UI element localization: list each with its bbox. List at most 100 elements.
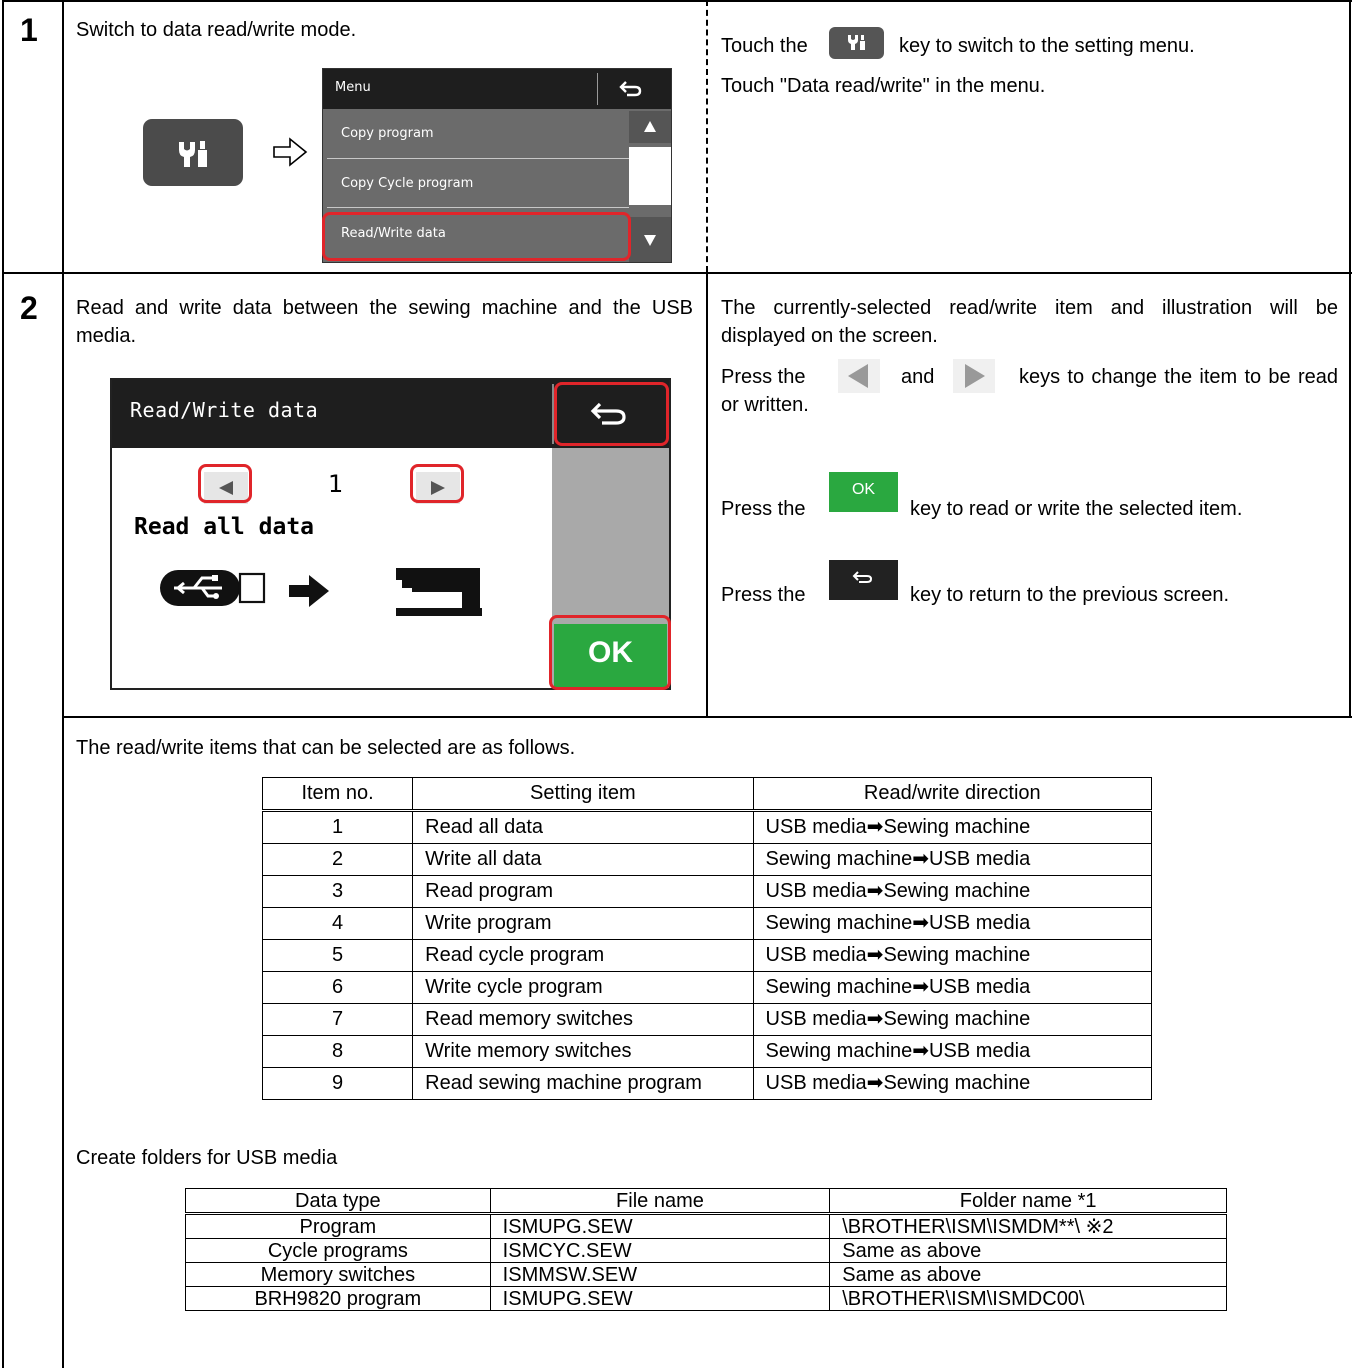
table-cell: Write memory switches	[412, 1035, 754, 1068]
table-cell: USB media➡Sewing machine	[752, 1003, 1153, 1036]
table-row: 3 Read program USB media➡Sewing machine	[261, 875, 1153, 908]
scroll-up-button[interactable]	[629, 111, 671, 143]
triangle-up-icon	[644, 121, 656, 132]
table-cell: Sewing machine➡USB media	[752, 843, 1153, 876]
table-cell: Read cycle program	[412, 939, 754, 972]
tools-icon	[179, 141, 207, 167]
table-cell: Sewing machine➡USB media	[752, 971, 1153, 1004]
table-cell: Read memory switches	[412, 1003, 754, 1036]
table-cell: Write program	[412, 907, 754, 940]
step-2-desc-line1: The currently-selected read/write item a…	[721, 297, 1338, 347]
table-cell: 6	[261, 971, 414, 1004]
highlight-ok-button	[549, 615, 671, 690]
back-icon	[852, 571, 873, 583]
table-cell: ISMUPG.SEW	[489, 1213, 831, 1239]
folders-table: Data type File name Folder name *1 Progr…	[185, 1188, 1227, 1311]
step-1-desc-suffix: key to switch to the setting menu.	[899, 35, 1195, 57]
highlight-next-button	[410, 464, 464, 503]
ok-key-inline-label: OK	[851, 481, 876, 498]
step-2-instruction: Read and write data between the sewing m…	[76, 297, 693, 347]
table-header-row: Item no. Setting item Read/write directi…	[261, 777, 1153, 811]
arrow-right-icon	[272, 137, 308, 172]
table-row: 6 Write cycle program Sewing machine➡USB m…	[261, 971, 1153, 1004]
menu-item-label: Copy Cycle program	[341, 176, 474, 191]
table-cell: 5	[261, 939, 414, 972]
column-header: Folder name *1	[829, 1188, 1227, 1214]
highlight-read-write-data	[322, 212, 631, 261]
table-cell: Write cycle program	[412, 971, 754, 1004]
table-cell: \BROTHER\ISM\ISMDC00\	[829, 1286, 1227, 1311]
table-cell: ISMCYC.SEW	[489, 1238, 831, 1263]
table-cell: 7	[261, 1003, 414, 1036]
arrow-right-icon	[289, 575, 329, 607]
menu-item-copy-program[interactable]: Copy program	[327, 111, 629, 155]
items-table: Item no. Setting item Read/write directi…	[261, 777, 1153, 1100]
folders-intro: Create folders for USB media	[76, 1147, 338, 1169]
triangle-down-icon	[644, 235, 656, 246]
scroll-down-button[interactable]	[629, 217, 671, 262]
table-cell: USB media➡Sewing machine	[752, 810, 1153, 844]
table-cell: Read all data	[412, 810, 754, 844]
settings-key-button[interactable]	[143, 119, 243, 186]
screen-title: Read/Write data	[130, 398, 319, 422]
back-key-inline	[829, 560, 898, 600]
table-cell: USB media➡Sewing machine	[752, 939, 1153, 972]
menu-header: Menu	[323, 69, 671, 109]
step-2-press-back-prefix: Press the	[721, 584, 806, 606]
table-row: 4 Write program Sewing machine➡USB media	[261, 907, 1153, 940]
table-cell: USB media➡Sewing machine	[752, 875, 1153, 908]
step-2-number: 2	[20, 290, 38, 326]
back-icon[interactable]	[619, 79, 643, 99]
table-cell: Cycle programs	[185, 1238, 491, 1263]
step-1-desc-line2: Touch "Data read/write" in the menu.	[721, 75, 1046, 97]
arrows-desc: keys to change the item to be read or wr…	[721, 366, 1338, 416]
step1-dashed-divider	[706, 0, 708, 272]
table-cell: ISMUPG.SEW	[489, 1286, 831, 1311]
table-row: 8 Write memory switches Sewing machine➡USB…	[261, 1035, 1153, 1068]
column-header: Item no.	[261, 777, 414, 811]
table-cell: \BROTHER\ISM\ISMDM**\ ※2	[829, 1213, 1227, 1239]
table-cell: USB media➡Sewing machine	[752, 1067, 1153, 1100]
scrollbar-track[interactable]	[629, 147, 671, 205]
table-cell: Memory switches	[185, 1262, 491, 1287]
column-header: Setting item	[412, 777, 754, 811]
table-cell: Read sewing machine program	[412, 1067, 754, 1100]
menu-header-separator	[597, 73, 598, 105]
ok-desc: key to read or write the selected item.	[910, 498, 1243, 520]
back-desc: key to return to the previous screen.	[910, 584, 1230, 606]
table-cell: Write all data	[412, 843, 754, 876]
sewing-machine-icon	[396, 568, 482, 616]
table-row: Cycle programs ISMCYC.SEW Same as above	[185, 1238, 1227, 1263]
frame-top-border	[2, 0, 1352, 2]
table-cell: Same as above	[829, 1262, 1227, 1287]
table-row: Memory switches ISMMSW.SEW Same as above	[185, 1262, 1227, 1287]
table-cell: BRH9820 program	[185, 1286, 491, 1311]
item-label: Read all data	[134, 514, 315, 540]
step-1-desc-line1: Touch the	[721, 32, 808, 60]
table-header-row: Data type File name Folder name *1	[185, 1188, 1227, 1214]
menu-item-copy-cycle-program[interactable]: Copy Cycle program	[327, 161, 629, 205]
step2-divider	[706, 272, 708, 717]
touch-the-text: Touch the	[721, 35, 808, 57]
table-row: 7 Read memory switches USB media➡Sewing ma…	[261, 1003, 1153, 1036]
highlight-prev-button	[198, 464, 252, 503]
table-row: BRH9820 program ISMUPG.SEW \BROTHER\ISM\IS…	[185, 1286, 1227, 1311]
step-1-instruction: Switch to data read/write mode.	[76, 19, 357, 41]
item-number: 1	[328, 470, 344, 498]
menu-divider	[327, 158, 629, 159]
table-cell: Same as above	[829, 1238, 1227, 1263]
frame-right-border	[1349, 0, 1351, 717]
table-cell: 1	[261, 810, 414, 844]
usb-icon	[160, 570, 266, 606]
table-row: Program ISMUPG.SEW \BROTHER\ISM\ISMDM**\ ※…	[185, 1213, 1227, 1239]
table-cell: Sewing machine➡USB media	[752, 907, 1153, 940]
settings-key-inline	[829, 27, 884, 59]
menu-item-label: Copy program	[341, 126, 434, 141]
step-2-press-ok-prefix: Press the	[721, 498, 806, 520]
table-cell: Read program	[412, 875, 754, 908]
column-header: File name	[489, 1188, 831, 1214]
tools-icon	[848, 35, 865, 50]
table-row: 5 Read cycle program USB media➡Sewing mach…	[261, 939, 1153, 972]
menu-title: Menu	[335, 80, 371, 95]
number-column-divider	[62, 0, 64, 1368]
